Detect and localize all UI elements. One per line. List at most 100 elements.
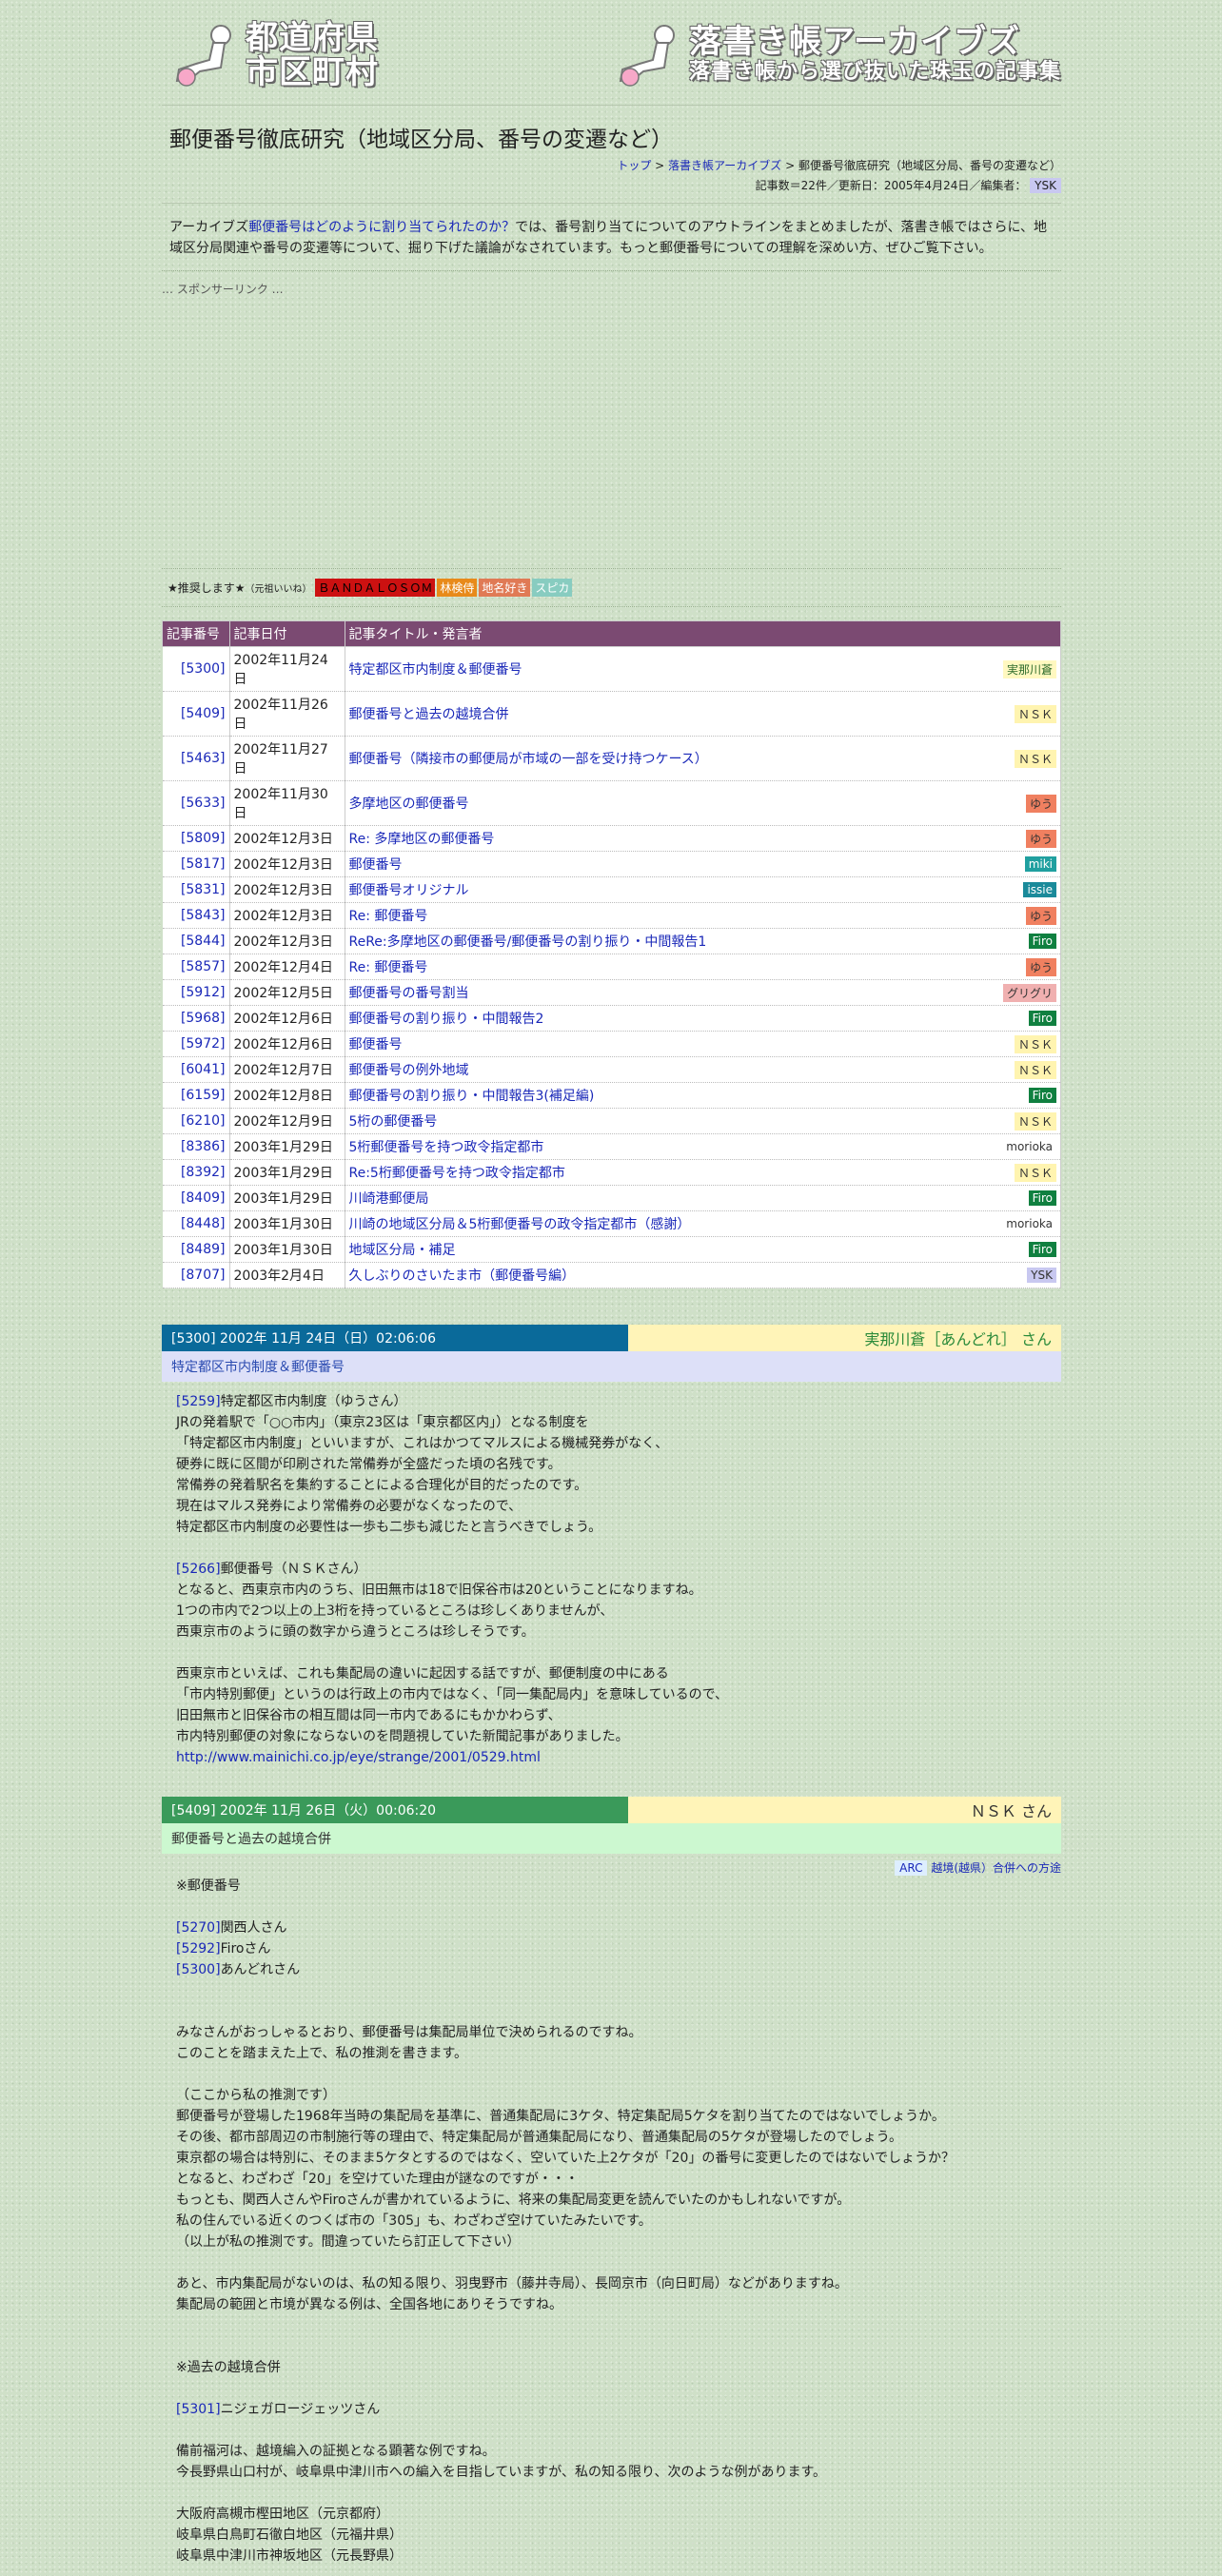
row-author-badge[interactable]: ＮＳＫ: [1014, 749, 1056, 768]
row-num-link[interactable]: [5817]: [181, 856, 226, 872]
row-title-link[interactable]: 地域区分局・補足: [349, 1240, 456, 1259]
row-author-badge[interactable]: ゆう: [1025, 794, 1056, 813]
external-link[interactable]: http://www.mainichi.co.jp/eye/strange/20…: [176, 1750, 541, 1765]
row-title-link[interactable]: 郵便番号: [349, 1034, 403, 1053]
arc-link[interactable]: 越境(越県）合併への方途: [931, 1861, 1061, 1875]
row-author-badge[interactable]: miki: [1024, 856, 1056, 872]
recommend-badge[interactable]: 林検侍: [437, 579, 478, 597]
row-title-link[interactable]: 川崎の地域区分局＆5桁郵便番号の政令指定都市（感謝）: [349, 1214, 691, 1233]
row-num-cell: [5844]: [162, 928, 230, 954]
row-title-link[interactable]: 郵便番号の割り振り・中間報告2: [349, 1009, 544, 1028]
recommend-badge[interactable]: スピカ: [532, 579, 573, 597]
row-num-link[interactable]: [8448]: [181, 1216, 226, 1231]
ref-link[interactable]: [5270]: [176, 1920, 221, 1936]
section-title: ※郵便番号: [176, 1878, 241, 1894]
site-header: 都道府県 市区町村 落書き帳アーカイブズ 落書き帳から選び抜いた珠玉の記事集: [162, 0, 1061, 106]
row-author-badge[interactable]: 実那川蒼: [1002, 659, 1056, 678]
breadcrumb-archives[interactable]: 落書き帳アーカイブズ: [668, 159, 781, 172]
col-header-title: 記事タイトル・発言者: [344, 620, 1061, 647]
row-num-link[interactable]: [8489]: [181, 1242, 226, 1257]
post-body: [5259]特定都区市内制度（ゆうさん） JRの発着駅で「○○市内」（東京23区…: [162, 1382, 1061, 1778]
recommend-badge[interactable]: 地名好き: [479, 579, 531, 597]
row-title-cell: 郵便番号（隣接市の郵便局が市域の一部を受け持つケース） ＮＳＫ: [345, 736, 1061, 781]
row-num-link[interactable]: [5844]: [181, 934, 226, 949]
row-num-cell: [5831]: [162, 876, 230, 903]
row-num-link[interactable]: [6210]: [181, 1113, 226, 1129]
row-num-link[interactable]: [8707]: [181, 1268, 226, 1283]
row-num-link[interactable]: [5633]: [181, 796, 226, 811]
row-num-link[interactable]: [5843]: [181, 908, 226, 923]
arc-badge: ARC: [895, 1860, 928, 1876]
row-author-badge[interactable]: ＮＳＫ: [1014, 1034, 1056, 1053]
row-num-link[interactable]: [6159]: [181, 1088, 226, 1103]
row-date: 2003年1月30日: [229, 1236, 345, 1263]
row-author-badge[interactable]: Firo: [1028, 1242, 1056, 1257]
row-author-badge[interactable]: morioka: [1002, 1216, 1056, 1231]
row-title-link[interactable]: 川崎港郵便局: [349, 1189, 429, 1208]
row-title-link[interactable]: 郵便番号と過去の越境合併: [349, 704, 509, 723]
row-num-link[interactable]: [5809]: [181, 831, 226, 846]
row-author-badge[interactable]: Firo: [1028, 1088, 1056, 1103]
row-title-link[interactable]: Re:5桁郵便番号を持つ政令指定都市: [349, 1163, 565, 1182]
row-title-link[interactable]: Re: 多摩地区の郵便番号: [349, 829, 495, 848]
row-title-link[interactable]: 5桁の郵便番号: [349, 1111, 438, 1131]
row-num-link[interactable]: [5409]: [181, 706, 226, 721]
row-author-badge[interactable]: Firo: [1028, 1190, 1056, 1206]
row-num-link[interactable]: [5831]: [181, 882, 226, 897]
row-title-link[interactable]: 特定都区市内制度＆郵便番号: [349, 659, 522, 678]
row-author-badge[interactable]: ゆう: [1025, 957, 1056, 976]
row-num-link[interactable]: [8409]: [181, 1190, 226, 1206]
row-author-badge[interactable]: ゆう: [1025, 829, 1056, 848]
row-num-link[interactable]: [6041]: [181, 1062, 226, 1077]
recommend-badge[interactable]: ＢＡＮＤＡＬＯＳＯＭ: [315, 579, 436, 597]
site-logo-right[interactable]: 落書き帳アーカイブズ 落書き帳から選び抜いた珠玉の記事集: [615, 19, 1061, 90]
text-line: 備前福河は、越境編入の証拠となる顕著な例ですね。: [176, 2444, 496, 2459]
row-title-link[interactable]: ReRe:多摩地区の郵便番号/郵便番号の割り振り・中間報告1: [349, 932, 707, 951]
row-author-badge[interactable]: ＮＳＫ: [1014, 1111, 1056, 1131]
row-num-link[interactable]: [8392]: [181, 1165, 226, 1180]
ref-link[interactable]: [5301]: [176, 2402, 221, 2417]
row-title-link[interactable]: Re: 郵便番号: [349, 957, 428, 976]
site-logo-left[interactable]: 都道府県 市区町村: [171, 19, 379, 90]
row-date: 2002年12月5日: [229, 979, 345, 1006]
col-header-num: 記事番号: [162, 620, 230, 647]
row-num-link[interactable]: [5300]: [181, 661, 226, 677]
row-title-link[interactable]: 多摩地区の郵便番号: [349, 794, 469, 813]
row-title-link[interactable]: 郵便番号（隣接市の郵便局が市域の一部を受け持つケース）: [349, 749, 708, 768]
row-title-link[interactable]: 郵便番号の割り振り・中間報告3(補足編): [349, 1086, 595, 1105]
ref-link[interactable]: [5266]: [176, 1562, 221, 1577]
ref-link[interactable]: [5259]: [176, 1394, 221, 1409]
row-title-link[interactable]: Re: 郵便番号: [349, 906, 428, 925]
row-title-link[interactable]: 5桁郵便番号を持つ政令指定都市: [349, 1137, 544, 1156]
row-author-badge[interactable]: グリグリ: [1002, 983, 1056, 1002]
row-author-badge[interactable]: ＮＳＫ: [1014, 704, 1056, 723]
intro-link[interactable]: 郵便番号はどのように割り当てられたのか？: [248, 220, 515, 235]
row-num-cell: [5817]: [162, 851, 230, 877]
row-author-badge[interactable]: issie: [1023, 882, 1056, 897]
row-num-cell: [6041]: [162, 1056, 230, 1083]
row-author-badge[interactable]: ＮＳＫ: [1014, 1163, 1056, 1182]
row-num-link[interactable]: [5972]: [181, 1036, 226, 1052]
row-title-link[interactable]: 郵便番号の例外地域: [349, 1060, 469, 1079]
text-line: 私の住んでいる近くのつくば市の「305」も、わざわざ空けていたみたいです。: [176, 2213, 652, 2229]
row-author-badge[interactable]: Firo: [1028, 1011, 1056, 1026]
row-title-link[interactable]: 郵便番号の番号割当: [349, 983, 469, 1002]
row-author-badge[interactable]: ゆう: [1025, 906, 1056, 925]
ref-link[interactable]: [5300]: [176, 1962, 221, 1977]
row-author-badge[interactable]: YSK: [1027, 1268, 1056, 1283]
row-num-link[interactable]: [5912]: [181, 985, 226, 1000]
row-num-link[interactable]: [8386]: [181, 1139, 226, 1154]
row-title-link[interactable]: 久しぶりのさいたま市（郵便番号編）: [349, 1266, 576, 1285]
row-author-badge[interactable]: morioka: [1002, 1139, 1056, 1154]
breadcrumb-top[interactable]: トップ: [617, 159, 651, 172]
row-author-badge[interactable]: Firo: [1028, 934, 1056, 949]
row-title-link[interactable]: 郵便番号オリジナル: [349, 880, 469, 899]
row-num-link[interactable]: [5463]: [181, 751, 226, 766]
ref-link[interactable]: [5292]: [176, 1941, 221, 1957]
row-author-badge[interactable]: ＮＳＫ: [1014, 1060, 1056, 1079]
row-title-link[interactable]: 郵便番号: [349, 855, 403, 874]
row-title-cell: 郵便番号の番号割当 グリグリ: [345, 979, 1061, 1006]
row-num-link[interactable]: [5968]: [181, 1011, 226, 1026]
row-num-link[interactable]: [5857]: [181, 959, 226, 974]
editor-badge[interactable]: YSK: [1030, 178, 1061, 193]
